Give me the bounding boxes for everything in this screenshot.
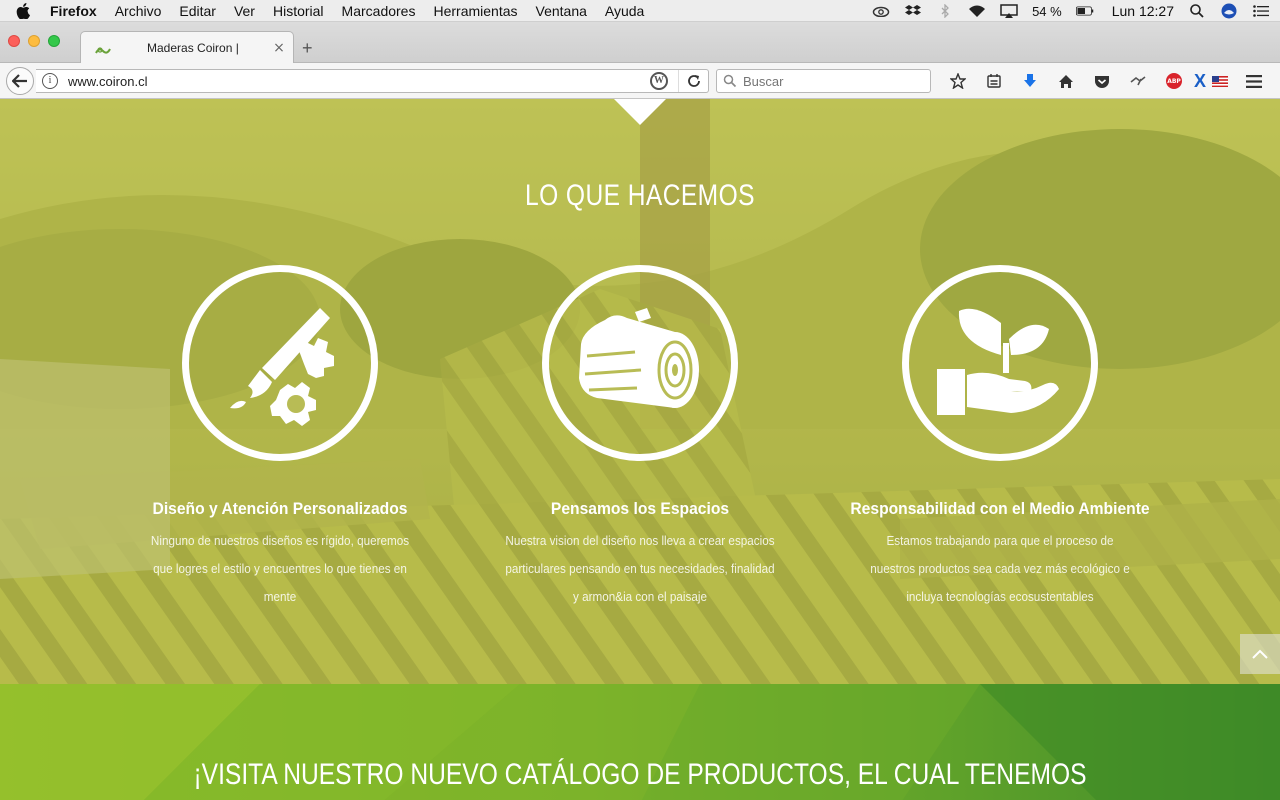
back-button[interactable] [6,67,34,95]
menubar-clock[interactable]: Lun 12:27 [1112,3,1174,19]
bluetooth-icon[interactable] [936,4,954,18]
hamburger-menu-icon[interactable] [1232,69,1276,93]
dropbox-icon[interactable] [904,4,922,18]
browser-nav-bar: i www.coiron.cl W ABP X [0,63,1280,99]
menu-ver[interactable]: Ver [234,3,255,19]
airplay-icon[interactable] [1000,4,1018,18]
url-bar[interactable]: i www.coiron.cl W [36,69,709,93]
section-title: LO QUE HACEMOS [525,179,755,212]
tab-close-button[interactable]: × [269,40,289,56]
status-menu-area: 54 % Lun 12:27 [872,0,1270,22]
notification-center-icon[interactable] [1252,4,1270,18]
battery-icon[interactable] [1075,4,1094,18]
menu-herramientas[interactable]: Herramientas [433,3,517,19]
feature-design: Diseño y Atención Personalizados Ninguno… [100,265,460,611]
reload-button[interactable] [678,70,708,92]
what-we-do-section: LO QUE HACEMOS Diseño y Atención Persona… [0,99,1280,684]
us-flag-icon[interactable] [1208,69,1232,93]
tab-title: Maderas Coiron | [147,41,239,55]
scroll-to-top-button[interactable] [1240,634,1280,674]
feature-environment: Responsabilidad con el Medio Ambiente Es… [820,265,1180,611]
feature-spaces-circle [542,265,738,461]
feature-spaces: Pensamos los Espacios Nuestra vision del… [460,265,820,611]
toolbar-icons: ABP X [940,69,1276,93]
reload-icon [687,75,700,87]
downloads-icon[interactable] [1012,69,1048,93]
feature-title: Diseño y Atención Personalizados [152,499,408,518]
menu-editar[interactable]: Editar [179,3,216,19]
site-info-icon[interactable]: i [42,73,58,89]
menu-marcadores[interactable]: Marcadores [342,3,416,19]
feature-title: Responsabilidad con el Medio Ambiente [850,499,1150,518]
spotlight-search-icon[interactable] [1188,4,1206,18]
feature-design-circle [182,265,378,461]
pocket-icon[interactable] [1084,69,1120,93]
site-favicon-icon [95,42,111,54]
browser-tab-bar: Maderas Coiron | × + [0,22,1280,64]
catalog-title: ¡VISITA NUESTRO NUEVO CATÁLOGO DE PRODUC… [193,758,1087,791]
menu-ventana[interactable]: Ventana [536,3,587,19]
feature-title: Pensamos los Espacios [550,499,730,518]
search-icon [723,74,737,88]
menu-archivo[interactable]: Archivo [115,3,162,19]
extension-icon[interactable] [1120,69,1156,93]
user-avatar-icon[interactable] [1220,3,1238,19]
search-bar[interactable] [716,69,931,93]
macos-menu-bar: Firefox Archivo Editar Ver Historial Mar… [0,0,1280,22]
reading-list-icon[interactable] [976,69,1012,93]
wifi-icon[interactable] [968,4,986,18]
url-text[interactable]: www.coiron.cl [68,74,650,89]
menu-ayuda[interactable]: Ayuda [605,3,644,19]
adblock-plus-button[interactable]: ABP [1156,69,1192,93]
feature-description: Nuestra vision del diseño nos lleva a cr… [505,533,775,604]
wordpress-icon[interactable]: W [650,72,668,90]
brush-gear-icon [230,308,334,426]
new-tab-button[interactable]: + [302,38,313,59]
hand-plant-icon [937,308,1059,415]
home-icon[interactable] [1048,69,1084,93]
browser-tab-active[interactable]: Maderas Coiron | × [80,31,294,64]
bookmark-star-icon[interactable] [940,69,976,93]
battery-percent[interactable]: 54 % [1032,4,1062,19]
window-zoom-button[interactable] [48,35,60,47]
creative-cloud-icon[interactable] [872,4,890,18]
feature-description: Ninguno de nuestros diseños es rígido, q… [150,533,410,604]
window-close-button[interactable] [8,35,20,47]
wood-log-icon [579,308,699,408]
search-input[interactable] [743,73,923,89]
web-page-content: LO QUE HACEMOS Diseño y Atención Persona… [0,99,1280,800]
section-divider-caret [614,99,666,125]
feature-description: Estamos trabajando para que el proceso d… [870,533,1130,604]
catalog-banner: ¡VISITA NUESTRO NUEVO CATÁLOGO DE PRODUC… [0,684,1280,800]
translate-x-icon[interactable]: X [1192,69,1208,93]
menu-app-firefox[interactable]: Firefox [50,3,97,19]
feature-environment-circle [902,265,1098,461]
window-minimize-button[interactable] [28,35,40,47]
adblock-plus-icon: ABP [1166,73,1182,89]
back-arrow-icon [12,74,27,88]
apple-menu-icon[interactable] [16,2,34,19]
menu-historial[interactable]: Historial [273,3,324,19]
chevron-up-icon [1252,649,1268,659]
